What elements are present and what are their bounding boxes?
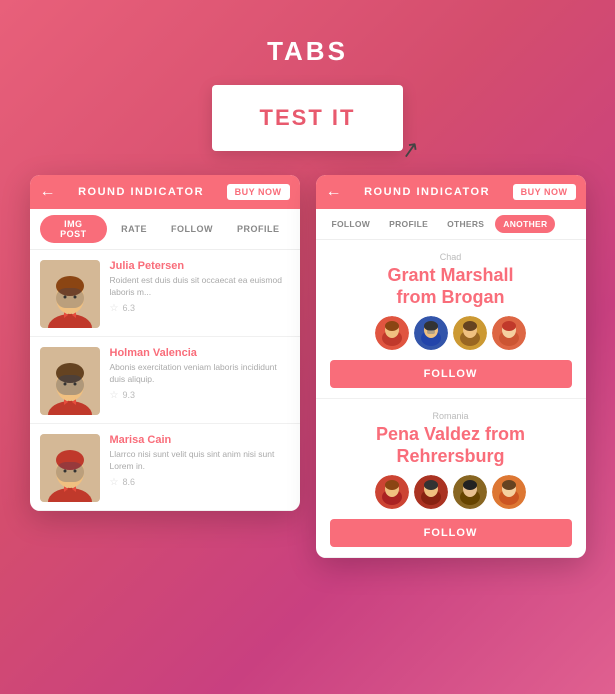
phone-card-2: ← ROUND INDICATOR BUY NOW FOLLOW PROFILE… xyxy=(316,175,586,558)
avatar-marisa xyxy=(40,434,100,502)
card2-tabs-row: FOLLOW PROFILE OTHERS ANOTHER xyxy=(316,209,586,240)
user2-avatar-3 xyxy=(453,475,487,509)
card1-tab-rate[interactable]: RATE xyxy=(111,220,157,238)
user1-name: Grant Marshall from Brogan xyxy=(330,265,572,308)
user1-country: Chad xyxy=(330,252,572,262)
profile-desc-2: Abonis exercitation veniam laboris incid… xyxy=(110,362,290,386)
profile-rating-2: ☆ 9.3 xyxy=(110,390,290,401)
profile-rating-3: ☆ 8.6 xyxy=(110,477,290,488)
card1-tab-profile[interactable]: PROFILE xyxy=(227,220,290,238)
user2-avatars xyxy=(330,475,572,509)
star-icon-1: ☆ xyxy=(110,303,119,314)
card1-back-arrow[interactable]: ← xyxy=(40,183,56,201)
profile-item-3: Marisa Cain Llarrco nisi sunt velit quis… xyxy=(30,424,300,511)
page-title: TABS xyxy=(267,36,348,67)
user1-avatar-4 xyxy=(492,316,526,350)
profile-name-1: Julia Petersen xyxy=(110,260,290,272)
card2-tab-others[interactable]: OTHERS xyxy=(439,215,492,233)
user2-follow-button[interactable]: FOLLOW xyxy=(330,519,572,547)
card1-tabs-row: IMG POST RATE FOLLOW PROFILE xyxy=(30,209,300,250)
avatar-julia xyxy=(40,260,100,328)
test-it-button[interactable]: TEST IT xyxy=(212,85,404,151)
user2-avatar-1 xyxy=(375,475,409,509)
rating-value-1: 6.3 xyxy=(122,303,135,313)
star-icon-3: ☆ xyxy=(110,477,119,488)
card2-back-arrow[interactable]: ← xyxy=(326,183,342,201)
test-it-wrapper: TEST IT ↗ xyxy=(212,85,404,151)
profile-desc-1: Roident est duis duis sit occaecat ea eu… xyxy=(110,275,290,299)
profile-info-3: Marisa Cain Llarrco nisi sunt velit quis… xyxy=(110,434,290,488)
rating-value-3: 8.6 xyxy=(122,477,135,487)
user2-country: Romania xyxy=(330,411,572,421)
profile-name-2: Holman Valencia xyxy=(110,347,290,359)
card1-topbar: ← ROUND INDICATOR BUY NOW xyxy=(30,175,300,209)
card2-tab-another[interactable]: ANOTHER xyxy=(495,215,555,233)
profile-item-2: Holman Valencia Abonis exercitation veni… xyxy=(30,337,300,424)
profile-name-3: Marisa Cain xyxy=(110,434,290,446)
user-section-2: Romania Pena Valdez from Rehrersburg xyxy=(316,399,586,558)
card2-tab-follow[interactable]: FOLLOW xyxy=(324,215,379,233)
star-icon-2: ☆ xyxy=(110,390,119,401)
profile-rating-1: ☆ 6.3 xyxy=(110,303,290,314)
user1-avatar-1 xyxy=(375,316,409,350)
user1-avatar-2 xyxy=(414,316,448,350)
card2-title: ROUND INDICATOR xyxy=(350,186,505,198)
card1-tab-imgpost[interactable]: IMG POST xyxy=(40,215,108,243)
user1-avatars xyxy=(330,316,572,350)
user-section-1: Chad Grant Marshall from Brogan xyxy=(316,240,586,399)
rating-value-2: 9.3 xyxy=(122,390,135,400)
user2-name: Pena Valdez from Rehrersburg xyxy=(330,424,572,467)
mockups-row: ← ROUND INDICATOR BUY NOW IMG POST RATE … xyxy=(10,175,606,558)
card1-tab-follow[interactable]: FOLLOW xyxy=(161,220,223,238)
profile-desc-3: Llarrco nisi sunt velit quis sint anim n… xyxy=(110,449,290,473)
avatar-holman xyxy=(40,347,100,415)
card2-buy-button[interactable]: BUY NOW xyxy=(513,184,576,200)
phone-card-1: ← ROUND INDICATOR BUY NOW IMG POST RATE … xyxy=(30,175,300,511)
card2-topbar: ← ROUND INDICATOR BUY NOW xyxy=(316,175,586,209)
profile-info-1: Julia Petersen Roident est duis duis sit… xyxy=(110,260,290,314)
user2-avatar-2 xyxy=(414,475,448,509)
card1-buy-button[interactable]: BUY NOW xyxy=(227,184,290,200)
user2-avatar-4 xyxy=(492,475,526,509)
user1-avatar-3 xyxy=(453,316,487,350)
cursor-icon: ↗ xyxy=(399,136,422,165)
user1-follow-button[interactable]: FOLLOW xyxy=(330,360,572,388)
card2-tab-profile[interactable]: PROFILE xyxy=(381,215,436,233)
profile-info-2: Holman Valencia Abonis exercitation veni… xyxy=(110,347,290,401)
card1-title: ROUND INDICATOR xyxy=(64,186,219,198)
profile-item-1: Julia Petersen Roident est duis duis sit… xyxy=(30,250,300,337)
